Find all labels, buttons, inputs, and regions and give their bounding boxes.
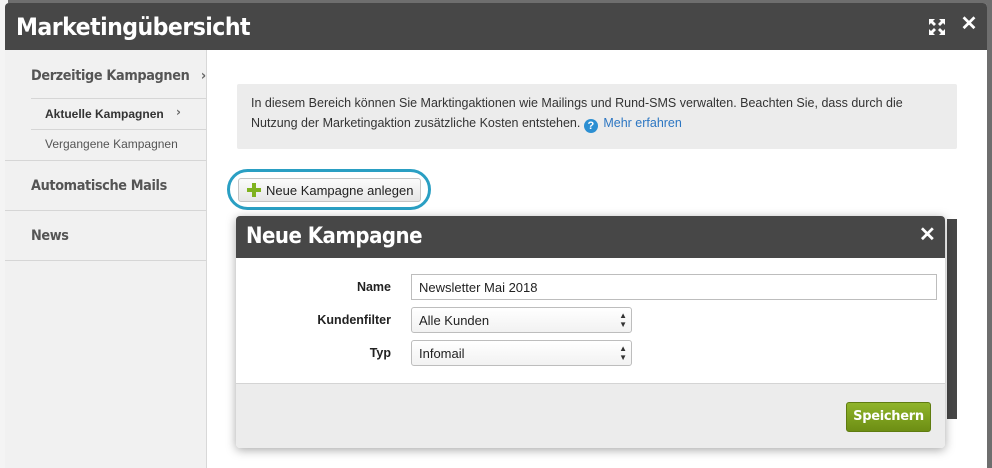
learn-more-link[interactable]: Mehr erfahren [603,116,682,130]
info-text: In diesem Bereich können Sie Marktingakt… [251,96,903,130]
new-campaign-button-label: Neue Kampagne anlegen [266,183,414,198]
name-label: Name [356,280,391,294]
select-arrows-icon: ▲ ▼ [619,311,627,329]
dialog-title: Neue Kampagne [246,224,423,249]
sidebar-item-label: News [31,228,69,244]
window-title: Marketingübersicht [16,13,251,41]
customer-filter-value: Alle Kunden [419,313,490,328]
info-box: In diesem Bereich können Sie Marktingakt… [237,84,957,149]
type-select[interactable]: Infomail ▲ ▼ [411,340,632,366]
new-campaign-dialog: Neue Kampagne ✕ Name Newsletter Mai 2018… [236,216,945,448]
sidebar-subitem-label: Aktuelle Kampagnen [45,107,164,121]
new-campaign-button[interactable]: Neue Kampagne anlegen [238,178,421,202]
select-arrows-icon: ▲ ▼ [619,344,627,362]
dialog-footer [236,383,945,448]
sidebar-item-current-campaigns[interactable]: Derzeitige Kampagnen › Aktuelle Kampagne… [5,50,206,161]
name-field[interactable]: Newsletter Mai 2018 [411,274,937,300]
plus-icon [247,183,261,197]
name-field-value: Newsletter Mai 2018 [419,280,538,295]
sidebar-item-label: Derzeitige Kampagnen [31,68,190,84]
customer-filter-select[interactable]: Alle Kunden ▲ ▼ [411,307,632,333]
sidebar: Derzeitige Kampagnen › Aktuelle Kampagne… [5,50,207,468]
chevron-right-icon: › [200,68,206,84]
sidebar-subnav: Aktuelle Kampagnen › Vergangene Kampagne… [31,98,206,158]
close-icon[interactable]: ✕ [919,225,936,245]
sidebar-subitem-past-campaigns[interactable]: Vergangene Kampagnen [31,129,206,158]
window-titlebar: Marketingübersicht ✕ [5,3,987,50]
customer-filter-label: Kundenfilter [317,313,391,327]
dialog-header: Neue Kampagne ✕ [236,216,945,258]
chevron-right-icon: › [176,105,181,119]
background-panel-edge [947,219,957,419]
save-button[interactable]: Speichern [846,402,931,432]
sidebar-item-news[interactable]: News [5,211,206,261]
sidebar-item-automatic-mails[interactable]: Automatische Mails [5,161,206,211]
sidebar-item-label: Automatische Mails [31,178,167,194]
close-icon[interactable]: ✕ [960,14,978,34]
sidebar-subitem-label: Vergangene Kampagnen [45,137,178,151]
expand-icon[interactable] [927,17,947,37]
help-icon[interactable]: ? [583,119,598,133]
sidebar-subitem-active-campaigns[interactable]: Aktuelle Kampagnen › [31,98,206,130]
type-value: Infomail [419,346,465,361]
type-label: Typ [369,346,391,360]
